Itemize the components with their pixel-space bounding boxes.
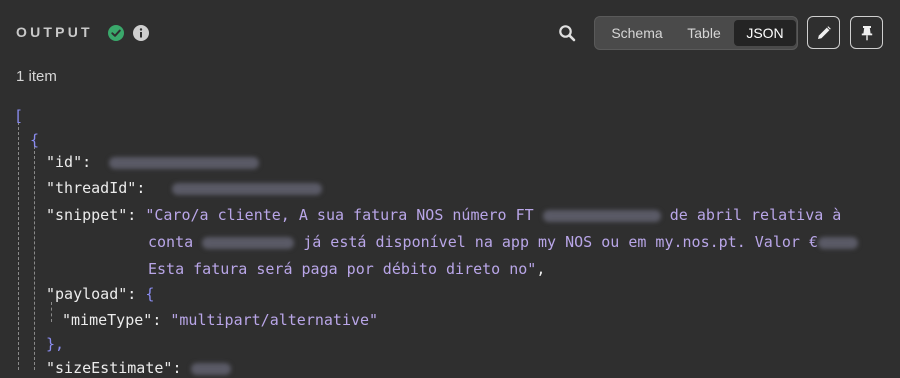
redacted-value bbox=[190, 362, 231, 375]
json-line-mimetype: "mimeType": "multipart/alternative" bbox=[62, 310, 378, 330]
json-comma: , bbox=[536, 260, 546, 278]
view-json-button[interactable]: JSON bbox=[734, 20, 796, 46]
info-icon[interactable] bbox=[133, 25, 149, 41]
success-check-icon bbox=[108, 25, 124, 41]
json-line-snippet-cont: Esta fatura será paga por débito direto … bbox=[148, 259, 545, 279]
indent-guide bbox=[51, 302, 52, 322]
json-colon: : bbox=[136, 179, 146, 197]
mimetype-value: "multipart/alternative" bbox=[170, 311, 379, 329]
json-key-payload: "payload" bbox=[46, 285, 128, 303]
payload-close-brace: }, bbox=[46, 335, 65, 353]
json-line: { bbox=[30, 130, 39, 150]
view-mode-switch: Schema Table JSON bbox=[594, 16, 798, 50]
output-panel-header: OUTPUT Schema Table JSON bbox=[0, 0, 900, 66]
search-icon[interactable] bbox=[558, 24, 576, 42]
object-open-brace: { bbox=[30, 131, 40, 149]
indent-guide bbox=[18, 122, 19, 370]
snippet-text: conta bbox=[148, 233, 194, 251]
json-colon: : bbox=[82, 153, 92, 171]
redacted-value bbox=[172, 182, 323, 195]
redacted-value bbox=[817, 236, 858, 249]
snippet-text: "Caro/a cliente, A sua fatura NOS número… bbox=[145, 206, 534, 224]
json-key-sizeestimate: "sizeEstimate" bbox=[46, 359, 173, 377]
json-line-payload-close: }, bbox=[46, 334, 64, 354]
snippet-text: Esta fatura será paga por débito direto … bbox=[148, 260, 537, 278]
json-colon: : bbox=[127, 285, 137, 303]
edit-button[interactable] bbox=[807, 16, 840, 49]
json-line: [ bbox=[14, 106, 23, 126]
payload-open-brace: { bbox=[145, 285, 155, 303]
json-line-snippet: "snippet": "Caro/a cliente, A sua fatura… bbox=[46, 205, 841, 225]
redacted-value bbox=[109, 156, 260, 169]
pin-button[interactable] bbox=[850, 16, 883, 49]
array-open-bracket: [ bbox=[14, 107, 24, 125]
json-key-mimetype: "mimeType" bbox=[62, 311, 153, 329]
snippet-text: de abril relativa à bbox=[669, 206, 842, 224]
json-colon: : bbox=[172, 359, 182, 377]
json-line-sizeestimate: "sizeEstimate": bbox=[46, 358, 231, 378]
indent-guide bbox=[34, 146, 35, 370]
pencil-icon bbox=[818, 26, 831, 39]
json-key-threadid: "threadId" bbox=[46, 179, 137, 197]
json-viewer: [ { "id": "threadId": "snippet": "Caro/a… bbox=[0, 100, 900, 377]
view-schema-button[interactable]: Schema bbox=[599, 20, 675, 46]
redacted-value bbox=[202, 236, 295, 249]
json-key-snippet: "snippet" bbox=[46, 206, 128, 224]
panel-title: OUTPUT bbox=[16, 24, 93, 40]
snippet-text: já está disponível na app my NOS ou em m… bbox=[303, 233, 818, 251]
pin-icon bbox=[861, 26, 873, 41]
json-line-threadid: "threadId": bbox=[46, 178, 323, 198]
json-line-id: "id": bbox=[46, 152, 260, 172]
view-table-button[interactable]: Table bbox=[675, 20, 733, 46]
json-line-payload: "payload": { bbox=[46, 284, 154, 304]
redacted-value bbox=[542, 209, 661, 222]
item-count: 1 item bbox=[16, 68, 57, 85]
json-line-snippet-cont: conta já está disponível na app my NOS o… bbox=[148, 232, 858, 252]
json-colon: : bbox=[127, 206, 137, 224]
json-colon: : bbox=[152, 311, 162, 329]
json-key-id: "id" bbox=[46, 153, 83, 171]
